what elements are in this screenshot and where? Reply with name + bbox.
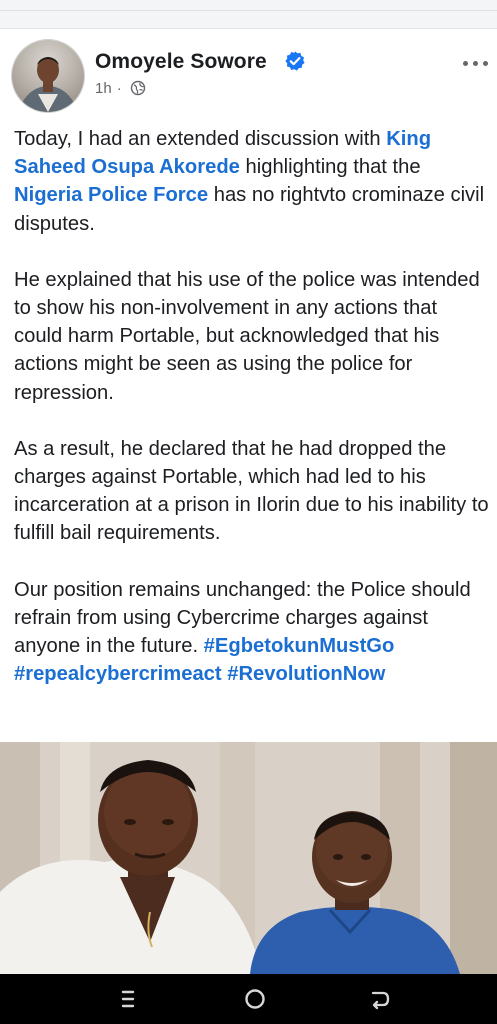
recent-apps-icon[interactable] xyxy=(114,986,142,1012)
post-text: Today, I had an extended discussion with… xyxy=(14,125,490,688)
post-text-segment: He explained that his use of the police … xyxy=(14,268,480,404)
more-dot xyxy=(483,61,488,66)
system-navigation-bar xyxy=(0,974,497,1024)
post-paragraph: Our position remains unchanged: the Poli… xyxy=(14,576,490,689)
author-name[interactable]: Omoyele Sowore xyxy=(95,50,267,74)
more-dot xyxy=(473,61,478,66)
post-text-segment: highlighting that the xyxy=(239,156,421,179)
hashtag-link[interactable]: #RevolutionNow xyxy=(227,663,385,685)
author-avatar[interactable] xyxy=(12,40,84,112)
post-time[interactable]: 1h xyxy=(95,80,112,97)
back-icon[interactable] xyxy=(366,986,394,1012)
meta-separator: · xyxy=(116,80,122,97)
post-photo[interactable] xyxy=(0,742,497,974)
photo-image xyxy=(0,742,497,974)
status-area xyxy=(0,0,497,29)
post-meta: 1h · xyxy=(95,80,146,97)
more-dot xyxy=(463,61,468,66)
globe-icon[interactable] xyxy=(130,80,146,96)
hashtag-link[interactable]: #repealcybercrimeact xyxy=(14,663,222,685)
post-text-segment: Today, I had an extended discussion with xyxy=(14,128,387,150)
top-divider xyxy=(0,10,497,11)
home-icon[interactable] xyxy=(241,986,269,1012)
post-paragraph: He explained that his use of the police … xyxy=(14,266,490,407)
post-paragraph: Today, I had an extended discussion with… xyxy=(14,125,490,238)
post-text-segment: As a result, he declared that he had dro… xyxy=(14,437,489,545)
more-options-icon[interactable] xyxy=(463,59,491,69)
hashtag-link[interactable]: #EgbetokunMustGo xyxy=(204,635,395,657)
mention-link[interactable]: Nigeria Police Force xyxy=(14,184,208,206)
verified-badge-icon xyxy=(285,51,305,71)
avatar-portrait xyxy=(18,57,78,112)
post-paragraph: As a result, he declared that he had dro… xyxy=(14,435,490,548)
